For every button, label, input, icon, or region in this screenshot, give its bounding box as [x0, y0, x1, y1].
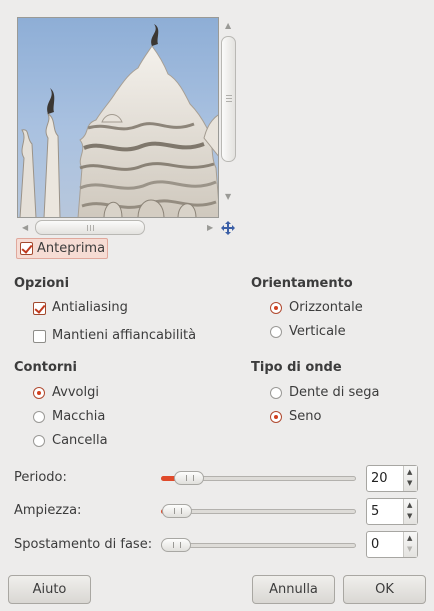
decrement-icon[interactable]: ▼: [407, 480, 412, 487]
scroll-up-icon[interactable]: ▲: [225, 22, 231, 30]
phase-shift-spinbutton[interactable]: 0 ▲ ▼: [366, 531, 418, 558]
increment-icon[interactable]: ▲: [407, 469, 412, 476]
cancel-button[interactable]: Annulla: [252, 575, 335, 604]
navigate-move-icon[interactable]: [221, 221, 235, 235]
preview-horizontal-scrollbar[interactable]: ◀ ▶: [17, 219, 219, 236]
preview-image[interactable]: [17, 17, 219, 218]
edges-blank-radio[interactable]: [33, 435, 45, 447]
distorted-building-illustration: [19, 24, 218, 217]
edges-wrap-label[interactable]: Avvolgi: [52, 385, 99, 400]
preview-checkbox[interactable]: [20, 242, 33, 255]
wave-sine-label[interactable]: Seno: [289, 409, 321, 424]
preview-label: Anteprima: [37, 241, 106, 256]
edges-smear-label[interactable]: Macchia: [52, 409, 105, 424]
increment-icon[interactable]: ▲: [407, 502, 412, 509]
wave-sawtooth-radio[interactable]: [270, 387, 282, 399]
wave-type-heading: Tipo di onde: [251, 360, 342, 375]
decrement-icon[interactable]: ▼: [407, 546, 412, 553]
orientation-horizontal-label[interactable]: Orizzontale: [289, 300, 363, 315]
phase-shift-label: Spostamento di fase:: [14, 537, 153, 552]
keep-tileable-label[interactable]: Mantieni affiancabilità: [52, 328, 196, 343]
ok-button[interactable]: OK: [343, 575, 426, 604]
orientation-horizontal-radio[interactable]: [270, 302, 282, 314]
antialiasing-label[interactable]: Antialiasing: [52, 300, 128, 315]
wave-sine-radio[interactable]: [270, 411, 282, 423]
vertical-scroll-thumb[interactable]: [221, 36, 236, 162]
period-spinbutton[interactable]: 20 ▲ ▼: [366, 465, 418, 492]
amplitude-slider-handle[interactable]: [162, 504, 192, 518]
scroll-down-icon[interactable]: ▼: [225, 193, 231, 201]
amplitude-label: Ampiezza:: [14, 503, 82, 518]
edges-blank-label[interactable]: Cancella: [52, 433, 108, 448]
horizontal-scroll-thumb[interactable]: [35, 220, 145, 235]
orientation-heading: Orientamento: [251, 276, 353, 291]
phase-shift-value[interactable]: 0: [371, 537, 379, 552]
decrement-icon[interactable]: ▼: [407, 513, 412, 520]
amplitude-value[interactable]: 5: [371, 504, 379, 519]
options-heading: Opzioni: [14, 276, 70, 291]
preview-toggle[interactable]: Anteprima: [16, 238, 108, 259]
scroll-left-icon[interactable]: ◀: [22, 224, 28, 232]
orientation-vertical-radio[interactable]: [270, 326, 282, 338]
period-label: Periodo:: [14, 470, 67, 485]
period-slider-handle[interactable]: [174, 471, 204, 485]
orientation-vertical-label[interactable]: Verticale: [289, 324, 346, 339]
edges-wrap-radio[interactable]: [33, 387, 45, 399]
edges-heading: Contorni: [14, 360, 77, 375]
help-button[interactable]: Aiuto: [8, 575, 91, 604]
keep-tileable-checkbox[interactable]: [33, 330, 46, 343]
wave-sawtooth-label[interactable]: Dente di sega: [289, 385, 379, 400]
phase-shift-slider-handle[interactable]: [161, 538, 191, 552]
amplitude-spinbutton[interactable]: 5 ▲ ▼: [366, 498, 418, 525]
period-value[interactable]: 20: [371, 471, 388, 486]
antialiasing-checkbox[interactable]: [33, 302, 46, 315]
increment-icon[interactable]: ▲: [407, 535, 412, 542]
scroll-right-icon[interactable]: ▶: [207, 224, 213, 232]
edges-smear-radio[interactable]: [33, 411, 45, 423]
preview-vertical-scrollbar[interactable]: ▲ ▼: [220, 17, 237, 218]
